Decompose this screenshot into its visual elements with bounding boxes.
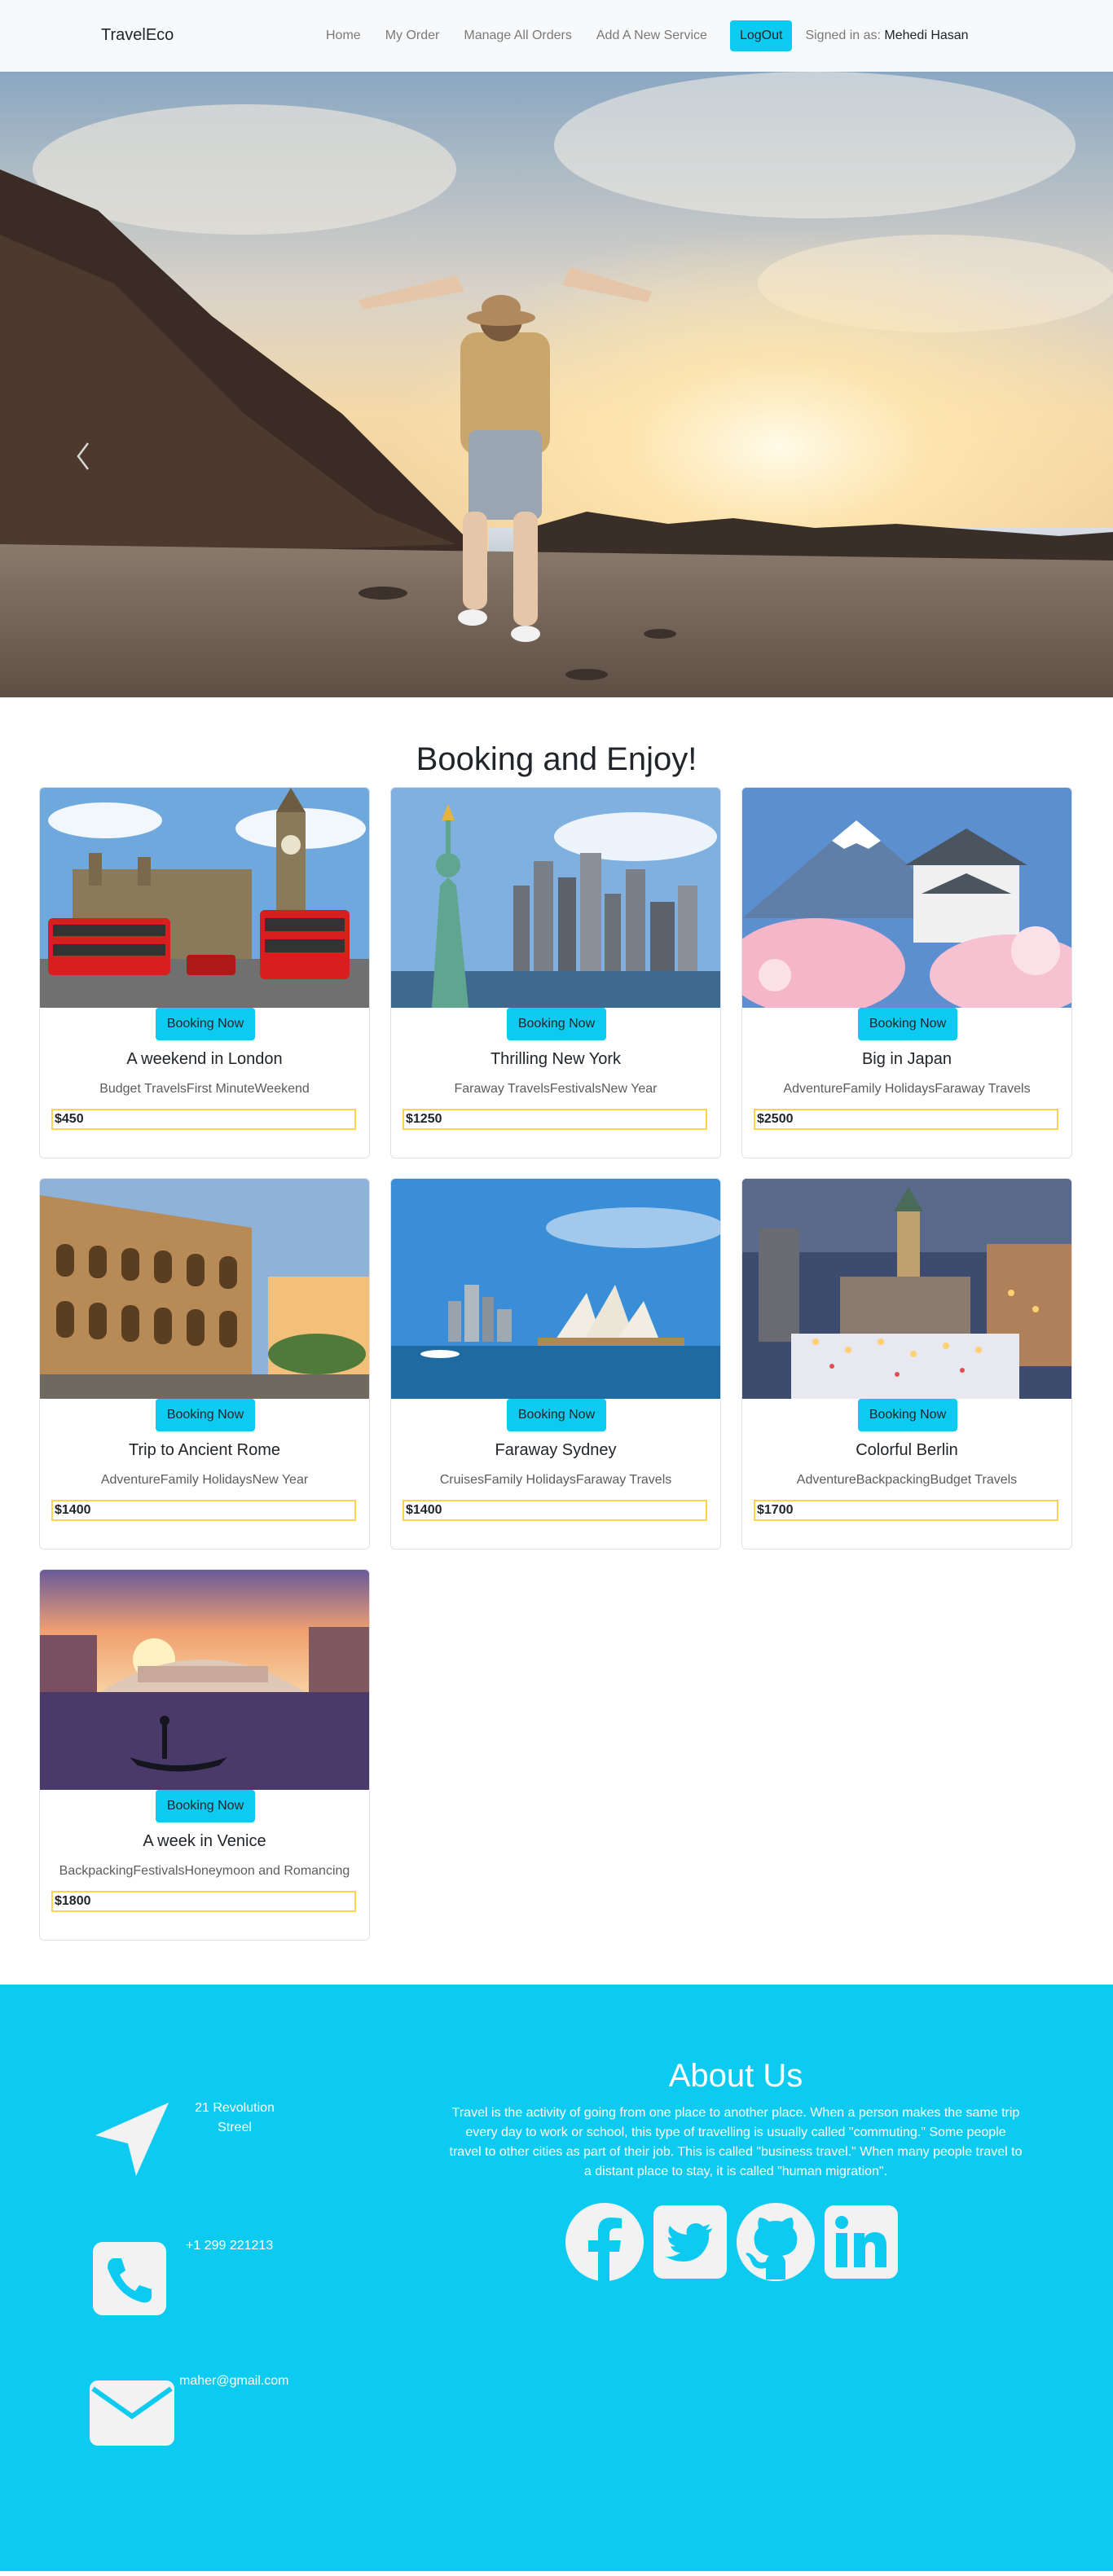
service-title: Thrilling New York [490,1050,622,1068]
booking-now-button[interactable]: Booking Now [156,1790,255,1822]
service-card-new-york: Booking Now Thrilling New York Faraway T… [390,787,721,1158]
service-tags: CruisesFamily HolidaysFaraway Travels [439,1473,672,1487]
service-tags: Faraway TravelsFestivalsNew Year [454,1082,658,1096]
service-image-berlin [742,1179,1071,1399]
service-image-sydney [391,1179,720,1399]
twitter-icon[interactable] [653,2205,727,2279]
service-image-rome [40,1179,369,1399]
footer: 21 Revolution Streel +1 299 221213 maher… [0,1985,1113,2571]
service-tags: BackpackingFestivalsHoneymoon and Romanc… [59,1864,350,1878]
service-title: Faraway Sydney [495,1441,617,1459]
nav-home[interactable]: Home [326,29,361,43]
service-image-venice [40,1570,369,1790]
service-cards: Booking Now A weekend in London Budget T… [0,787,1113,1985]
user-name: Mehedi Hasan [884,29,969,42]
brand-logo[interactable]: TravelEco [101,26,174,45]
hero-image [0,72,1113,697]
service-tags: AdventureFamily HolidaysNew Year [100,1473,309,1487]
service-price: $1250 [403,1109,707,1130]
service-card-venice: Booking Now A week in Venice Backpacking… [39,1569,370,1941]
booking-now-button[interactable]: Booking Now [156,1399,255,1431]
service-card-sydney: Booking Now Faraway Sydney CruisesFamily… [390,1178,721,1550]
phone-icon [93,2242,166,2315]
service-card-berlin: Booking Now Colorful Berlin AdventureBac… [741,1178,1072,1550]
address: 21 Revolution Streel [184,2099,285,2138]
address-line-1: 21 Revolution [195,2101,275,2115]
linkedin-icon[interactable] [825,2205,898,2279]
service-card-japan: Booking Now Big in Japan AdventureFamily… [741,787,1072,1158]
about-title: About Us [668,2058,803,2094]
carousel-prev-icon[interactable] [73,440,93,473]
service-title: A weekend in London [126,1050,283,1068]
nav-links: Home My Order Manage All Orders Add A Ne… [326,20,969,51]
about-text: Travel is the activity of going from one… [449,2106,1023,2178]
service-price: $1400 [51,1500,356,1521]
service-tags: Budget TravelsFirst MinuteWeekend [99,1082,310,1096]
logout-button[interactable]: LogOut [729,20,793,51]
service-tags: AdventureFamily HolidaysFaraway Travels [783,1082,1031,1096]
section-title: Booking and Enjoy! [416,741,697,777]
booking-now-button[interactable]: Booking Now [156,1008,255,1040]
github-icon[interactable] [735,2201,816,2283]
service-title: Big in Japan [861,1050,952,1068]
email-address: maher@gmail.com [179,2374,289,2388]
service-price: $1800 [51,1891,356,1912]
signed-in-info: Signed in as: Mehedi Hasan [805,29,968,43]
booking-now-button[interactable]: Booking Now [858,1399,957,1431]
facebook-icon[interactable] [564,2201,645,2283]
service-price: $2500 [754,1109,1058,1130]
phone-number: +1 299 221213 [186,2239,274,2253]
envelope-icon [90,2380,174,2446]
service-title: Trip to Ancient Rome [128,1441,280,1459]
service-tags: AdventureBackpackingBudget Travels [796,1473,1018,1487]
service-image-new-york [391,788,720,1008]
hero-carousel [0,72,1113,697]
nav-manage-all-orders[interactable]: Manage All Orders [464,29,572,43]
signed-in-label: Signed in as: [805,29,881,42]
social-links [564,2201,898,2283]
nav-my-order[interactable]: My Order [385,29,440,43]
address-line-2: Streel [218,2121,252,2134]
booking-now-button[interactable]: Booking Now [858,1008,957,1040]
service-image-london [40,788,369,1008]
service-price: $1400 [403,1500,707,1521]
booking-now-button[interactable]: Booking Now [507,1008,606,1040]
navbar: TravelEco Home My Order Manage All Order… [0,0,1113,72]
service-image-japan [742,788,1071,1008]
booking-now-button[interactable]: Booking Now [507,1399,606,1431]
service-card-rome: Booking Now Trip to Ancient Rome Adventu… [39,1178,370,1550]
service-title: Colorful Berlin [856,1441,958,1459]
nav-add-new-service[interactable]: Add A New Service [596,29,707,43]
service-card-london: Booking Now A weekend in London Budget T… [39,787,370,1158]
service-price: $450 [51,1109,356,1130]
location-arrow-icon [95,2103,169,2176]
service-title: A week in Venice [143,1832,266,1850]
service-price: $1700 [754,1500,1058,1521]
